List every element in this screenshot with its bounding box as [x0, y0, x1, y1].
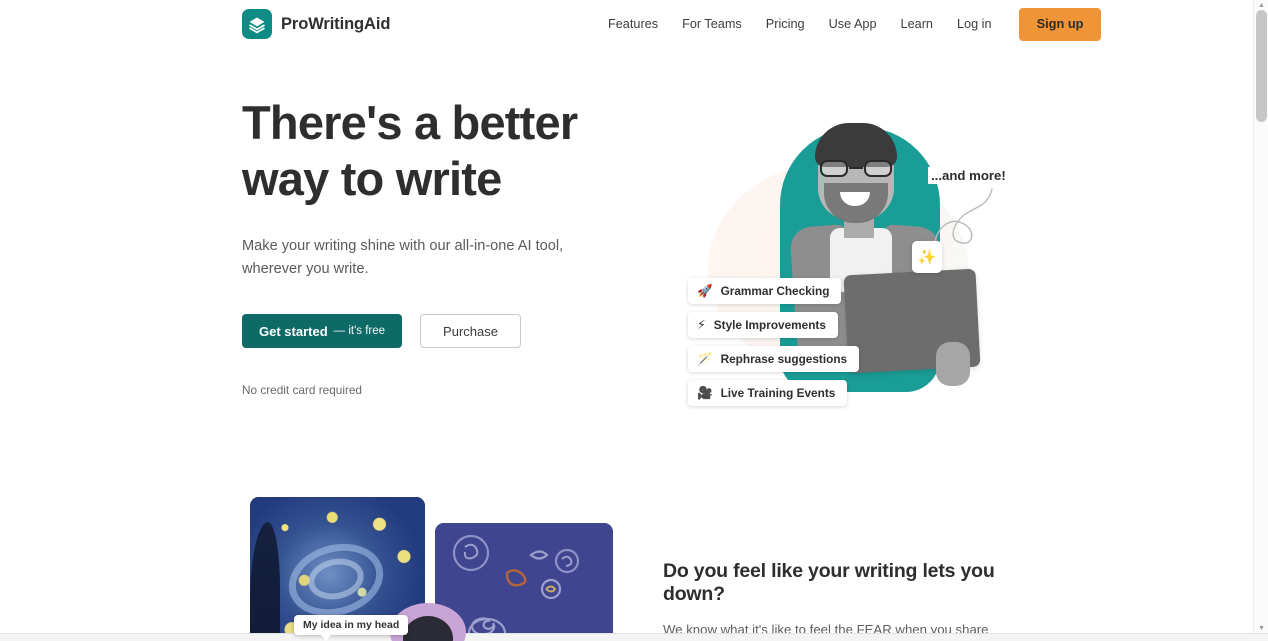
- nav-item-learn[interactable]: Learn: [889, 12, 945, 37]
- rocket-icon: 🚀: [697, 283, 713, 298]
- feature-card-list: 🚀 Grammar Checking ⚡ Style Improvements …: [688, 278, 860, 406]
- page-root: ProWritingAid Features For Teams Pricing…: [0, 0, 1268, 641]
- and-more-label: ...and more!: [928, 167, 1009, 184]
- feature-card-grammar-checking[interactable]: 🚀 Grammar Checking: [688, 278, 842, 304]
- purchase-button[interactable]: Purchase: [420, 314, 521, 348]
- writing-lets-you-down-section: My idea in my head Do you feel like your…: [0, 480, 1253, 641]
- feature-card-label: Rephrase suggestions: [720, 352, 848, 366]
- feature-card-label: Grammar Checking: [720, 284, 830, 298]
- hero-copy: There's a better way to write Make your …: [242, 95, 622, 397]
- feature-card-label: Live Training Events: [720, 386, 836, 400]
- sign-up-button[interactable]: Sign up: [1018, 8, 1102, 41]
- section-two-title: Do you feel like your writing lets you d…: [663, 560, 995, 605]
- brand-logo-link[interactable]: ProWritingAid: [242, 9, 390, 39]
- hero-illustration: ...and more! ✨ 🚀 Grammar Checking ⚡ Styl…: [660, 105, 1020, 435]
- nav-item-log-in[interactable]: Log in: [945, 12, 1004, 37]
- horizontal-scrollbar[interactable]: [0, 633, 1268, 641]
- hero-button-group: Get started — it's free Purchase: [242, 314, 622, 348]
- get-started-button[interactable]: Get started — it's free: [242, 314, 403, 348]
- idea-comparison-illustration: My idea in my head: [250, 497, 630, 641]
- magic-wand-icon: 🪄: [697, 351, 713, 366]
- section-two-copy: Do you feel like your writing lets you d…: [663, 560, 1023, 641]
- nav-item-use-app[interactable]: Use App: [817, 12, 889, 37]
- my-idea-label: My idea in my head: [294, 615, 409, 641]
- hero-subtitle: Make your writing shine with our all-in-…: [242, 238, 564, 277]
- video-camera-icon: 🎥: [697, 385, 713, 400]
- feature-card-live-training-events[interactable]: 🎥 Live Training Events: [688, 380, 848, 406]
- page-title: There's a better way to write: [242, 95, 622, 207]
- vertical-scrollbar[interactable]: ▲ ▼: [1253, 0, 1268, 633]
- vertical-scrollbar-thumb[interactable]: [1256, 10, 1267, 122]
- main-navigation: Features For Teams Pricing Use App Learn…: [596, 0, 1102, 49]
- hero-section: There's a better way to write Make your …: [0, 60, 1253, 480]
- glasses-icon: [820, 160, 892, 177]
- scroll-up-arrow-icon[interactable]: ▲: [1254, 0, 1268, 10]
- feature-card-style-improvements[interactable]: ⚡ Style Improvements: [688, 312, 838, 338]
- site-header: ProWritingAid Features For Teams Pricing…: [0, 0, 1253, 49]
- get-started-free-note: — it's free: [333, 325, 386, 337]
- hero-title-line-1: There's a better: [242, 96, 578, 149]
- lightning-icon: ⚡: [697, 317, 706, 332]
- feature-card-label: Style Improvements: [713, 318, 826, 332]
- nav-item-features[interactable]: Features: [596, 12, 670, 37]
- nav-item-pricing[interactable]: Pricing: [754, 12, 817, 37]
- get-started-label: Get started: [259, 323, 328, 339]
- scroll-down-arrow-icon[interactable]: ▼: [1254, 623, 1268, 633]
- brand-name: ProWritingAid: [281, 14, 391, 33]
- hero-title-line-2: way to write: [242, 152, 502, 205]
- stacked-books-icon: [242, 9, 272, 39]
- person-hand: [936, 342, 970, 386]
- feature-card-rephrase-suggestions[interactable]: 🪄 Rephrase suggestions: [688, 346, 860, 372]
- sparkle-icon: ✨: [912, 241, 942, 273]
- nav-item-for-teams[interactable]: For Teams: [670, 12, 754, 37]
- no-credit-card-note: No credit card required: [242, 383, 362, 397]
